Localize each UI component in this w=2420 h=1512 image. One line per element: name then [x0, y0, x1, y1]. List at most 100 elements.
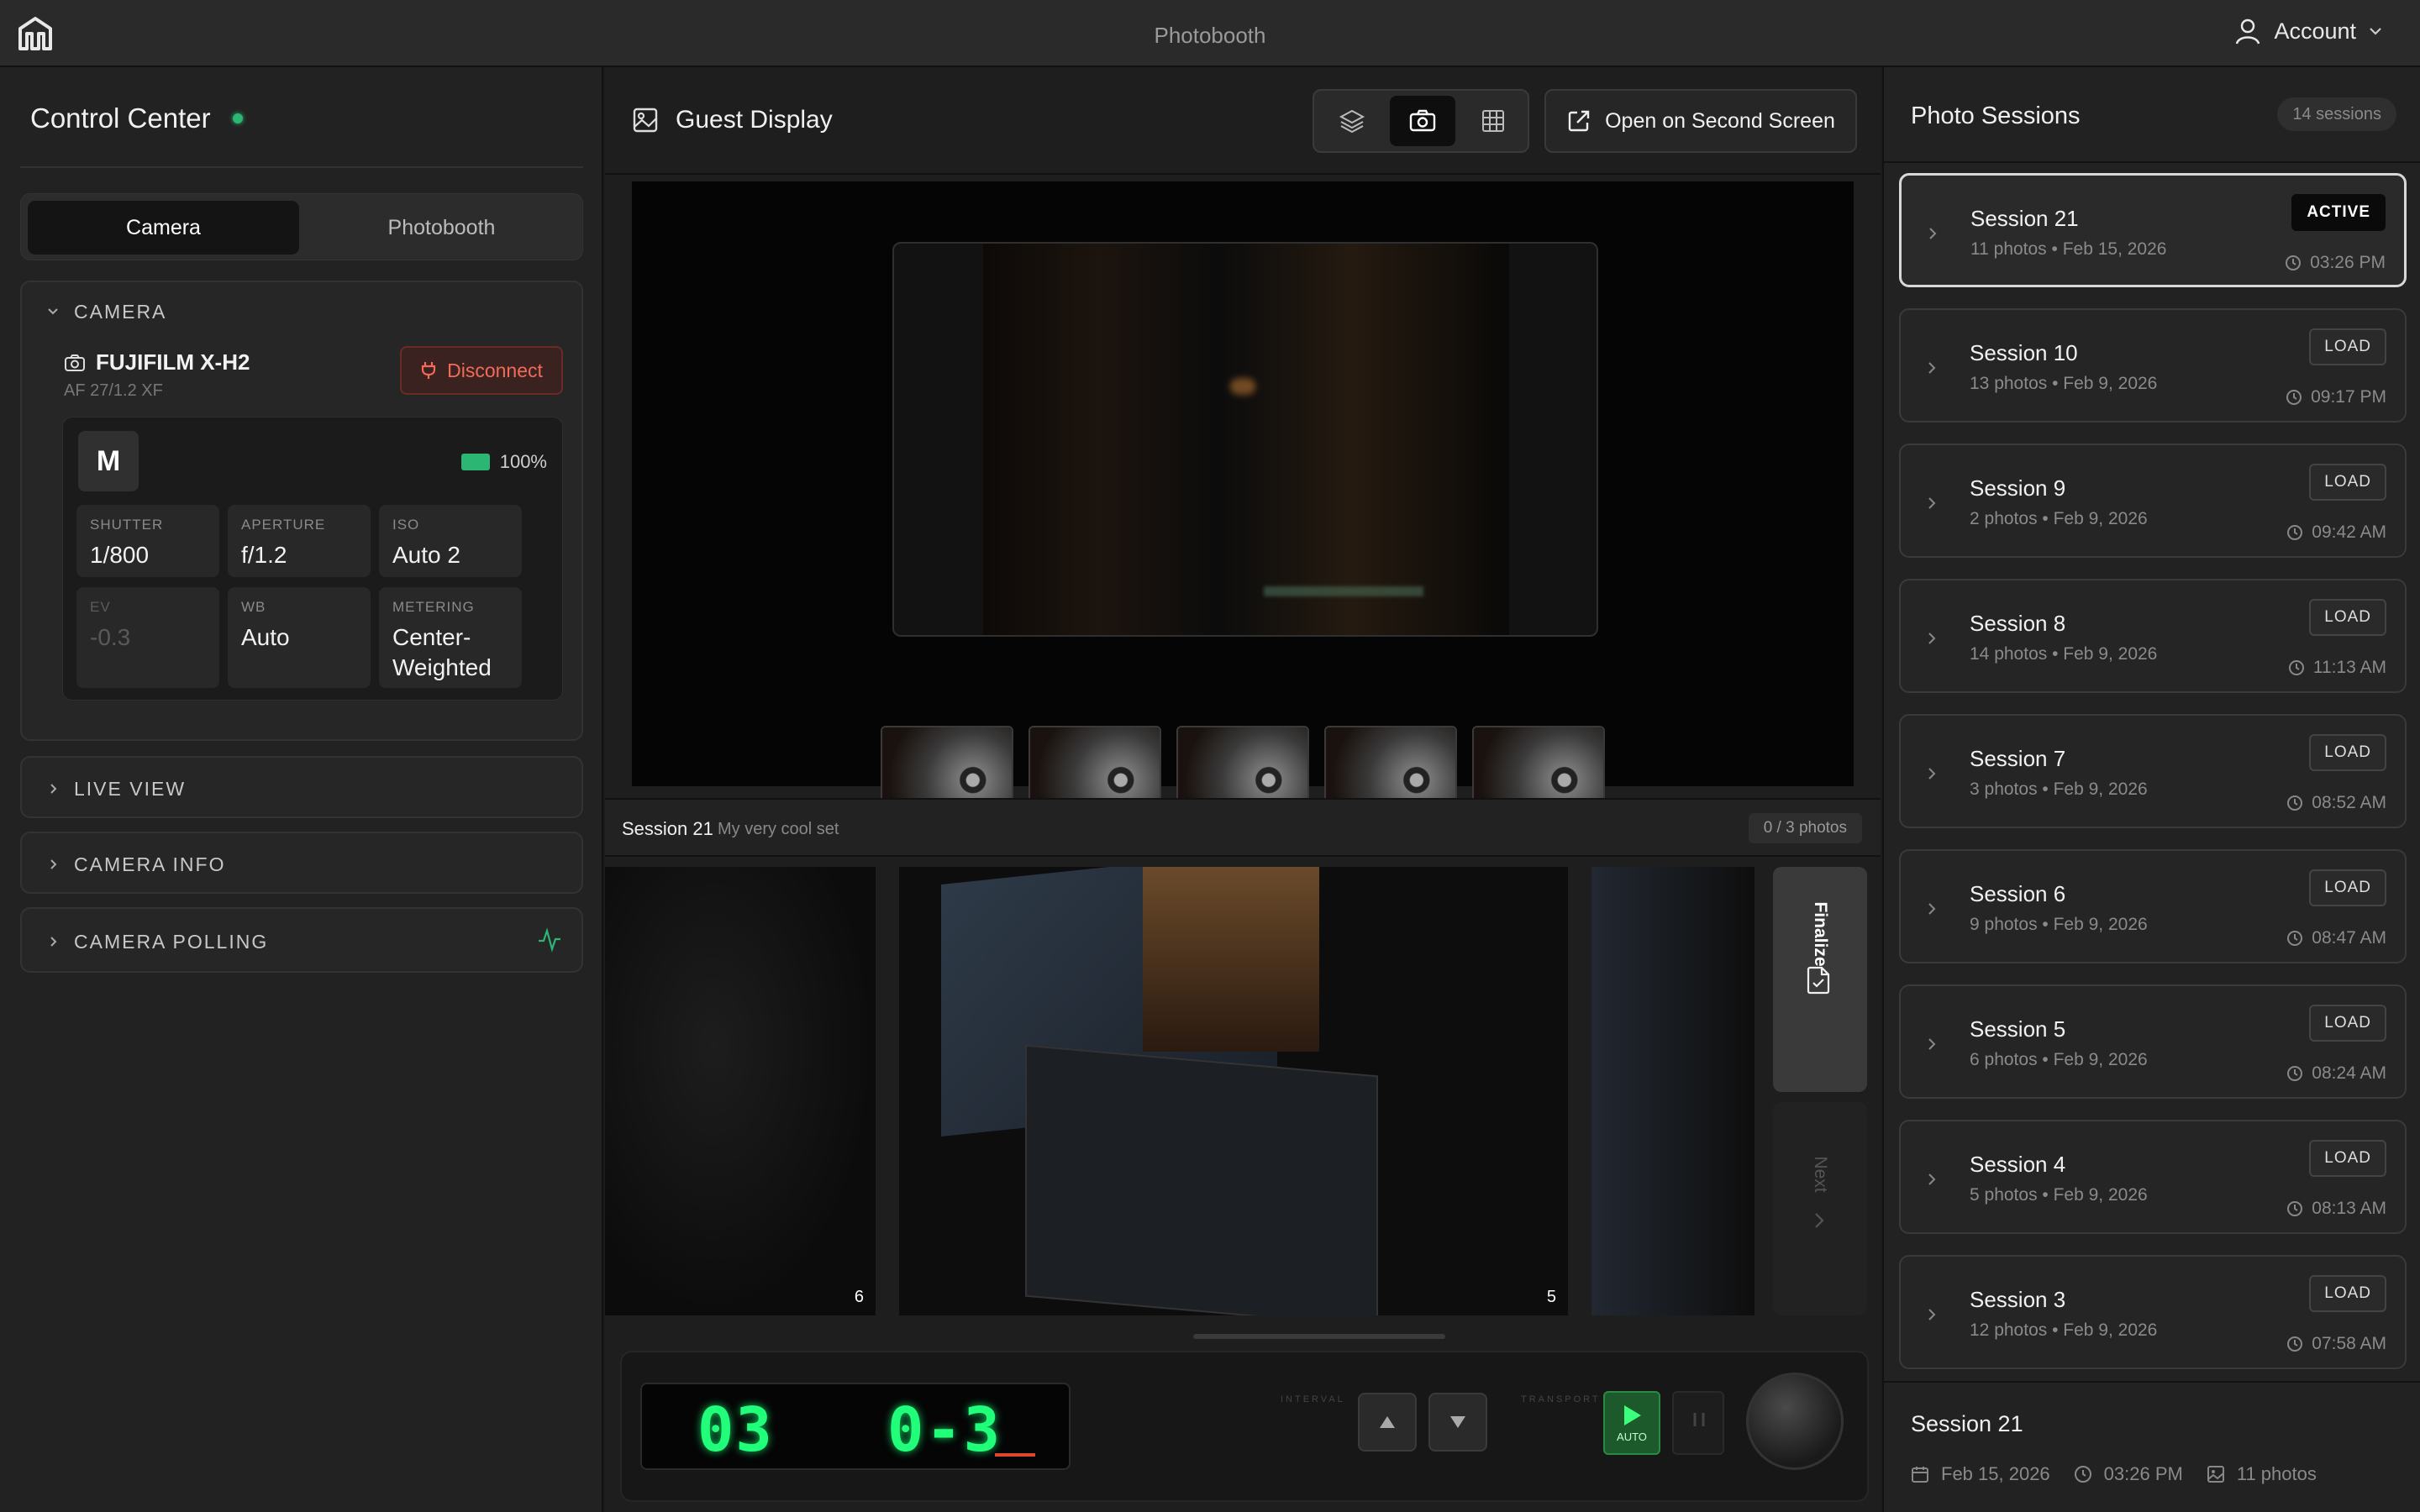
session-photo[interactable]: 6	[605, 867, 876, 1315]
lcd-indicator	[995, 1453, 1035, 1457]
session-time-text: 09:42 AM	[2312, 522, 2386, 542]
section-label: CAMERA POLLING	[74, 930, 269, 953]
disconnect-button[interactable]: Disconnect	[400, 346, 563, 395]
setting-aperture[interactable]: APERTURE f/1.2	[228, 505, 371, 577]
finalize-button[interactable]: Finalize	[1773, 867, 1867, 1092]
grid-view-button[interactable]	[1460, 96, 1526, 146]
timer-console: 03 0-3 INTERVAL TRANSPORT AUTO	[620, 1351, 1869, 1502]
setting-iso[interactable]: ISO Auto 2	[379, 505, 522, 577]
session-name: Session 7	[1970, 746, 2066, 771]
live-view-header[interactable]: LIVE VIEW	[47, 758, 186, 820]
session-card[interactable]: Session 7 3 photos • Feb 9, 2026 LOAD 08:52…	[1899, 714, 2407, 828]
session-photo[interactable]: 5	[899, 867, 1568, 1315]
clock-icon	[2288, 660, 2304, 675]
session-card[interactable]: Session 4 5 photos • Feb 9, 2026 LOAD 08:13…	[1899, 1120, 2407, 1234]
strip-scrollbar[interactable]	[1193, 1334, 1445, 1339]
chevron-right-icon[interactable]	[1926, 766, 1938, 781]
session-name: Session 9	[1970, 475, 2066, 501]
battery-status: 100%	[460, 451, 547, 473]
session-time-text: 11:13 AM	[2312, 658, 2386, 677]
load-button[interactable]: LOAD	[2309, 464, 2386, 501]
session-card[interactable]: Session 10 13 photos • Feb 9, 2026 LOAD 09:…	[1899, 308, 2407, 423]
session-time: 03:26 PM	[2285, 253, 2386, 273]
camera-section-header[interactable]: CAMERA	[47, 282, 166, 341]
auto-play-button[interactable]: AUTO	[1603, 1391, 1660, 1455]
session-time: 08:13 AM	[2286, 1199, 2386, 1219]
chevron-right-icon[interactable]	[1926, 1307, 1938, 1322]
user-icon	[2233, 17, 2262, 45]
next-button[interactable]: Next	[1773, 1102, 1867, 1315]
tab-camera[interactable]: Camera	[28, 201, 299, 255]
session-card[interactable]: Session 9 2 photos • Feb 9, 2026 LOAD 09:42…	[1899, 444, 2407, 558]
session-time-text: 09:17 PM	[2311, 387, 2386, 407]
chevron-right-icon[interactable]	[1926, 360, 1938, 375]
session-name: Session 4	[1970, 1152, 2066, 1177]
load-button[interactable]: LOAD	[2309, 1005, 2386, 1042]
chevron-right-icon[interactable]	[1926, 496, 1938, 511]
session-card[interactable]: Session 21 11 photos • Feb 15, 2026 ACTIVE…	[1899, 173, 2407, 287]
interval-up-button[interactable]	[1358, 1393, 1417, 1452]
auto-label: AUTO	[1617, 1430, 1647, 1443]
camera-settings-card: M 100% SHUTTER 1/800 APERTURE f/1.2 ISO Aut…	[62, 417, 563, 701]
setting-metering[interactable]: METERING Center-Weighted	[379, 587, 522, 688]
load-button[interactable]: LOAD	[2309, 1275, 2386, 1312]
photo-sessions-panel: Photo Sessions 14 sessions Session 21 11 …	[1882, 67, 2420, 1512]
live-preview-frame	[892, 242, 1598, 637]
finalize-label: Finalize	[1811, 901, 1830, 967]
camera-model: FUJIFILM X-H2	[96, 349, 250, 375]
guest-display-panel: Guest Display Open on Second Screen Sess…	[605, 67, 1881, 1512]
chevron-right-icon[interactable]	[1926, 1037, 1938, 1052]
session-name: Session 10	[1970, 340, 2078, 365]
clock-icon	[2287, 1066, 2303, 1081]
chevron-right-icon[interactable]	[1926, 1172, 1938, 1187]
load-button[interactable]: LOAD	[2309, 328, 2386, 365]
file-check-icon	[1805, 966, 1832, 995]
session-card[interactable]: Session 8 14 photos • Feb 9, 2026 LOAD 11:1…	[1899, 579, 2407, 693]
hold-button[interactable]	[1672, 1391, 1724, 1455]
timer-display: 03 0-3	[640, 1383, 1071, 1470]
chevron-right-icon	[50, 784, 57, 794]
session-details: 2 photos • Feb 9, 2026	[1970, 509, 2148, 528]
session-summary-footer: Session 21 Feb 15, 2026 03:26 PM 11 phot…	[1884, 1381, 2420, 1512]
chevron-right-icon[interactable]	[1927, 226, 1939, 241]
account-menu[interactable]: Account	[2233, 17, 2383, 45]
interval-digits: 03	[697, 1394, 774, 1465]
photo-number: 6	[854, 1288, 864, 1306]
session-photo[interactable]	[1591, 867, 1754, 1315]
session-card[interactable]: Session 3 12 photos • Feb 9, 2026 LOAD 07:5…	[1899, 1255, 2407, 1369]
live-view-section[interactable]: LIVE VIEW	[20, 756, 583, 818]
session-card[interactable]: Session 6 9 photos • Feb 9, 2026 LOAD 08:47…	[1899, 849, 2407, 963]
layers-view-button[interactable]	[1319, 96, 1385, 146]
load-button[interactable]: LOAD	[2309, 734, 2386, 771]
camera-view-button[interactable]	[1390, 96, 1455, 146]
chevron-right-icon[interactable]	[1926, 901, 1938, 916]
load-button[interactable]: LOAD	[2309, 1140, 2386, 1177]
session-details: 9 photos • Feb 9, 2026	[1970, 915, 2148, 934]
open-second-screen-button[interactable]: Open on Second Screen	[1544, 89, 1857, 153]
session-time: 11:13 AM	[2288, 658, 2386, 678]
camera-polling-section[interactable]: CAMERA POLLING	[20, 907, 583, 973]
chevron-right-icon[interactable]	[1926, 631, 1938, 646]
load-button[interactable]: LOAD	[2309, 599, 2386, 636]
camera-info-section[interactable]: CAMERA INFO	[20, 832, 583, 894]
setting-value: f/1.2	[241, 542, 287, 568]
camera-info-header[interactable]: CAMERA INFO	[47, 833, 225, 895]
setting-value: Auto	[241, 624, 290, 650]
session-details: 6 photos • Feb 9, 2026	[1970, 1050, 2148, 1069]
setting-label: WB	[241, 599, 266, 615]
setting-shutter[interactable]: SHUTTER 1/800	[76, 505, 219, 577]
setting-ev[interactable]: EV -0.3	[76, 587, 219, 688]
footer-session-meta: Feb 15, 2026 03:26 PM 11 photos	[1911, 1463, 2317, 1485]
session-name: Session 8	[1970, 611, 2066, 636]
interval-down-button[interactable]	[1428, 1393, 1487, 1452]
setting-wb[interactable]: WB Auto	[228, 587, 371, 688]
load-button[interactable]: LOAD	[2309, 869, 2386, 906]
session-time-text: 03:26 PM	[2310, 253, 2386, 272]
camera-polling-header[interactable]: CAMERA POLLING	[47, 909, 268, 974]
session-card[interactable]: Session 5 6 photos • Feb 9, 2026 LOAD 08:24…	[1899, 984, 2407, 1099]
camera-icon	[1409, 109, 1436, 132]
chevron-right-icon	[1812, 1211, 1827, 1230]
battery-level: 100%	[499, 451, 547, 472]
tab-photobooth[interactable]: Photobooth	[306, 201, 577, 255]
control-knob[interactable]	[1746, 1373, 1844, 1470]
